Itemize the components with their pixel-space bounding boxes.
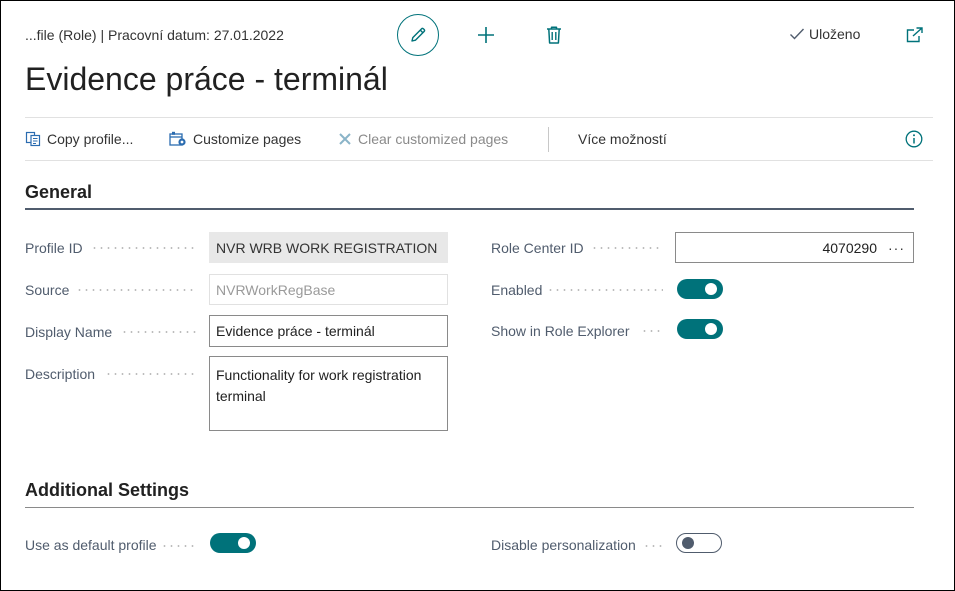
display-name-field[interactable]: Evidence práce - terminál — [209, 315, 448, 347]
clear-customized-pages-label: Clear customized pages — [358, 131, 509, 147]
open-in-new-window-button[interactable] — [901, 22, 929, 48]
display-name-label: Display Name — [25, 323, 119, 341]
toggle-knob — [682, 536, 694, 549]
source-label: Source — [25, 281, 76, 299]
enabled-label: Enabled — [491, 281, 549, 299]
role-center-id-field[interactable]: 4070290 ··· — [675, 232, 914, 263]
edit-icon — [411, 27, 426, 42]
delete-button[interactable] — [539, 20, 569, 50]
profile-id-label: Profile ID — [25, 239, 89, 257]
use-as-default-profile-toggle[interactable] — [210, 533, 256, 553]
label-leader-dots — [76, 289, 197, 291]
toggle-knob — [705, 323, 717, 335]
page-title: Evidence práce - terminál — [25, 61, 388, 97]
add-icon — [478, 27, 494, 43]
section-divider — [25, 507, 914, 508]
edit-button[interactable] — [397, 14, 439, 56]
info-icon — [905, 130, 923, 148]
source-field[interactable]: NVRWorkRegBase — [209, 274, 448, 305]
customize-pages-icon — [169, 131, 186, 146]
customize-pages-action[interactable]: Customize pages — [169, 118, 301, 160]
close-icon — [339, 133, 351, 145]
more-options-label: Více možností — [578, 131, 667, 147]
show-in-role-explorer-label: Show in Role Explorer — [491, 322, 636, 340]
customize-pages-label: Customize pages — [193, 131, 302, 147]
additional-settings-section-title[interactable]: Additional Settings — [25, 480, 189, 501]
description-label: Description — [25, 365, 102, 383]
disable-personalization-toggle[interactable] — [676, 533, 722, 553]
section-divider — [25, 208, 914, 210]
save-status: Uloženo — [789, 26, 860, 42]
copy-profile-label: Copy profile... — [47, 131, 134, 147]
lookup-button[interactable]: ··· — [888, 240, 905, 256]
label-leader-dots — [641, 330, 663, 332]
label-leader-dots — [105, 373, 197, 375]
saved-label: Uloženo — [809, 26, 861, 42]
toggle-knob — [705, 283, 717, 295]
checkmark-icon — [790, 28, 805, 40]
use-as-default-profile-label: Use as default profile — [25, 536, 163, 554]
disable-personalization-label: Disable personalization — [491, 536, 642, 554]
general-section-title[interactable]: General — [25, 182, 92, 203]
label-leader-dots — [643, 545, 663, 547]
copy-icon — [25, 131, 41, 147]
role-center-id-label: Role Center ID — [491, 239, 590, 257]
label-leader-dots — [547, 289, 663, 291]
profile-id-field[interactable]: NVR WRB WORK REGISTRATION — [209, 232, 448, 263]
description-field[interactable]: Functionality for work registration term… — [209, 356, 448, 431]
action-separator — [548, 127, 549, 152]
action-bar: Copy profile... Customize pages Clear cu… — [25, 117, 933, 161]
delete-icon — [547, 26, 561, 44]
clear-customized-pages-action[interactable]: Clear customized pages — [338, 118, 508, 160]
info-button[interactable] — [905, 118, 923, 160]
show-in-role-explorer-toggle[interactable] — [677, 319, 723, 339]
copy-profile-action[interactable]: Copy profile... — [25, 118, 133, 160]
toggle-knob — [238, 537, 250, 549]
breadcrumb: ...file (Role) | Pracovní datum: 27.01.2… — [25, 27, 284, 43]
page-frame: ...file (Role) | Pracovní datum: 27.01.2… — [0, 0, 955, 591]
enabled-toggle[interactable] — [677, 279, 723, 299]
label-leader-dots — [91, 247, 197, 249]
label-leader-dots — [121, 331, 197, 333]
role-center-id-value: 4070290 — [822, 239, 877, 256]
open-new-window-icon — [906, 27, 923, 43]
add-button[interactable] — [471, 20, 501, 50]
label-leader-dots — [161, 545, 197, 547]
more-options-action[interactable]: Více možností — [578, 118, 667, 160]
label-leader-dots — [591, 247, 663, 249]
